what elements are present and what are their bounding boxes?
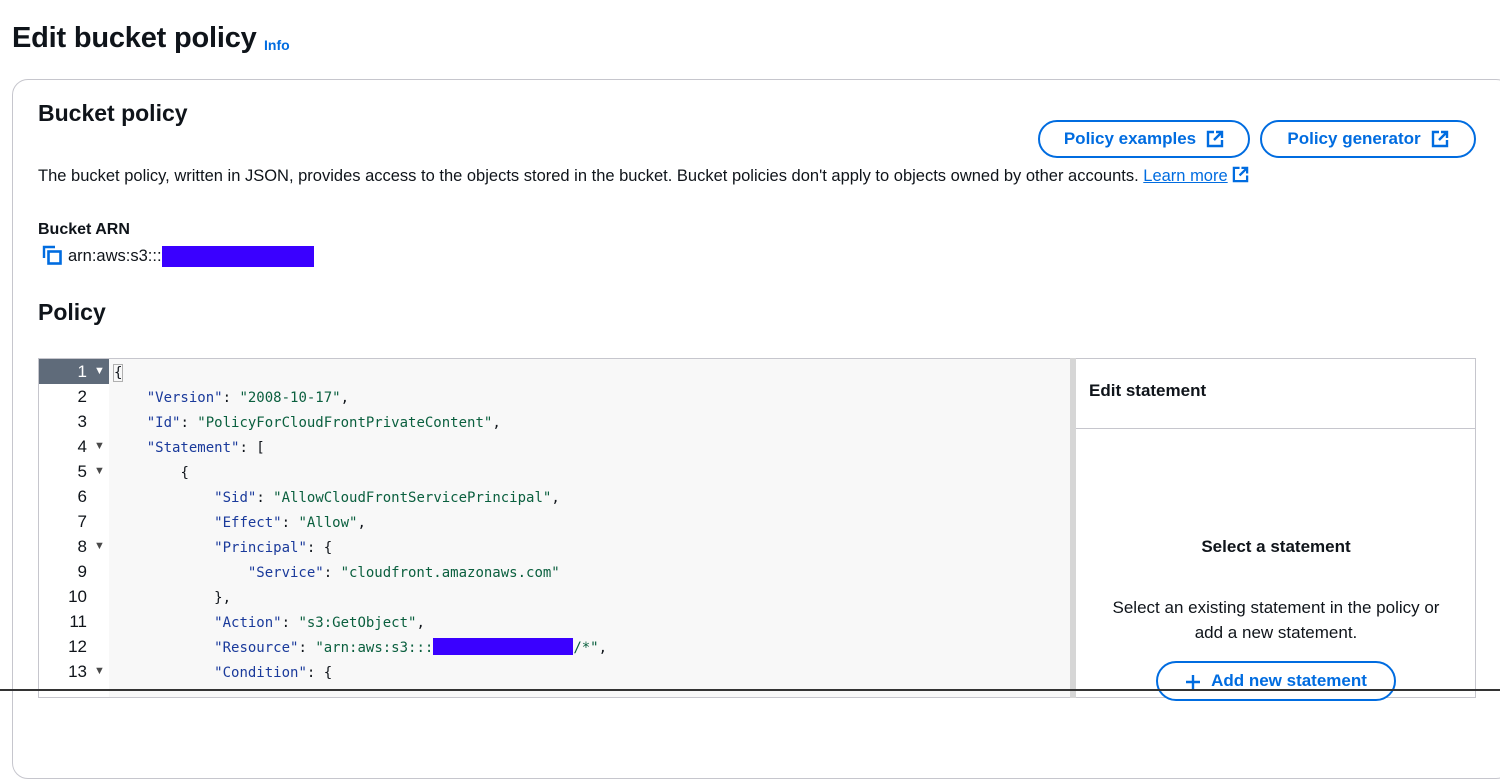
line-number: 12 xyxy=(68,637,87,656)
line-number: 7 xyxy=(77,512,87,531)
add-new-statement-label: Add new statement xyxy=(1211,671,1367,690)
description-text: The bucket policy, written in JSON, prov… xyxy=(38,167,1139,185)
line-number: 11 xyxy=(69,612,87,631)
line-number: 13 ▼ xyxy=(39,659,109,684)
policy-examples-button[interactable]: Policy examples xyxy=(1038,120,1250,158)
redacted-bucket-name xyxy=(433,638,574,655)
code-line-3: "Id": "PolicyForCloudFrontPrivateContent… xyxy=(146,415,501,431)
line-number: 5 ▼ xyxy=(39,459,109,484)
fold-arrow-icon[interactable]: ▼ xyxy=(94,534,105,559)
bucket-arn-value: arn:aws:s3::: xyxy=(68,246,162,265)
select-desc-line-2: add a new statement. xyxy=(1194,623,1358,642)
line-number: 3 xyxy=(77,412,87,431)
code-line-5: { xyxy=(180,465,189,481)
line-number: 8 ▼ xyxy=(39,534,109,559)
code-line-1: { xyxy=(113,364,124,382)
code-line-6: "Sid": "AllowCloudFrontServicePrincipal"… xyxy=(214,490,560,506)
bucket-arn-label: Bucket ARN xyxy=(38,221,130,238)
external-link-icon[interactable] xyxy=(1232,166,1249,183)
select-statement-title: Select a statement xyxy=(1201,537,1351,556)
learn-more-label: Learn more xyxy=(1143,167,1228,185)
line-number: 9 xyxy=(77,562,87,581)
select-statement-description: Select an existing statement in the poli… xyxy=(1086,595,1466,645)
page-title: Edit bucket policy xyxy=(12,22,257,54)
copy-icon[interactable] xyxy=(42,245,64,267)
code-line-9: "Service": "cloudfront.amazonaws.com" xyxy=(247,565,560,581)
policy-generator-label: Policy generator xyxy=(1287,129,1421,148)
code-line-7: "Effect": "Allow", xyxy=(214,515,366,531)
edit-statement-panel: Edit statement Select a statement Select… xyxy=(1076,358,1476,701)
fold-arrow-icon[interactable]: ▼ xyxy=(94,659,105,684)
bucket-policy-title: Bucket policy xyxy=(38,100,188,126)
policy-examples-label: Policy examples xyxy=(1063,129,1197,148)
fold-arrow-icon[interactable]: ▼ xyxy=(94,434,105,459)
select-desc-line-1: Select an existing statement in the poli… xyxy=(1112,598,1440,617)
redacted-bucket-name xyxy=(161,245,314,267)
policy-title: Policy xyxy=(38,299,106,325)
line-number: 4 ▼ xyxy=(39,434,109,459)
edit-statement-header: Edit statement xyxy=(1076,359,1475,429)
policy-code-editor[interactable]: 1 ▼ 2 3 4 ▼ 5 ▼ 6 7 8 ▼ 9 10 11 12 13 ▼ { "Version": "200… xyxy=(38,358,1071,698)
line-number: 2 xyxy=(77,387,87,406)
code-line-4: "Statement": [ xyxy=(146,440,265,456)
code-line-8: "Principal": { xyxy=(214,540,333,556)
line-number: 6 xyxy=(77,487,87,506)
line-number: 10 xyxy=(68,587,87,606)
add-new-statement-button[interactable]: Add new statement xyxy=(1156,661,1396,701)
plus-icon xyxy=(1186,675,1201,689)
line-number: 1 ▼ xyxy=(39,359,109,384)
learn-more-link[interactable]: Learn more xyxy=(1143,167,1227,185)
bucket-policy-description: The bucket policy, written in JSON, prov… xyxy=(38,166,1249,186)
code-line-12: "Resource": "arn:aws:s3:::/*", xyxy=(214,638,608,656)
info-link[interactable]: Info xyxy=(264,37,290,53)
code-line-10: }, xyxy=(214,590,232,606)
fold-arrow-icon[interactable]: ▼ xyxy=(94,459,105,484)
external-link-icon xyxy=(1431,130,1448,148)
bucket-arn: arn:aws:s3::: xyxy=(42,245,314,267)
code-line-2: "Version": "2008-10-17", xyxy=(146,390,350,406)
external-link-icon xyxy=(1206,130,1224,148)
code-line-13: "Condition": { xyxy=(214,665,333,681)
edit-statement-title: Edit statement xyxy=(1089,381,1207,400)
fold-arrow-icon[interactable]: ▼ xyxy=(94,359,105,384)
policy-generator-button[interactable]: Policy generator xyxy=(1260,120,1476,158)
code-line-11: "Action": "s3:GetObject", xyxy=(214,615,425,631)
